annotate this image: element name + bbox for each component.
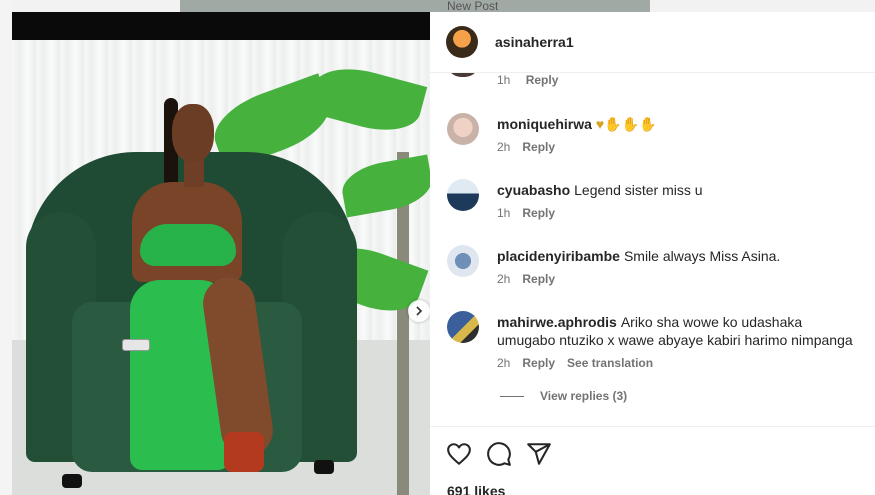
comment-text: placidenyiribambe Smile always Miss Asina… (497, 247, 857, 265)
person-head (172, 104, 214, 162)
background-peek-text: New Post (447, 0, 499, 12)
see-translation-button[interactable]: See translation (567, 356, 653, 370)
comment-body: Smile always Miss Asina. (623, 248, 781, 264)
armchair-leg (62, 474, 82, 488)
comment-item: placidenyiribambe Smile always Miss Asina… (430, 245, 875, 305)
comment-meta: 2h Reply (497, 272, 555, 286)
comment-meta: 2h Reply (497, 140, 555, 154)
heart-icon[interactable] (446, 441, 472, 467)
comment-meta: 2h Reply See translation (497, 356, 653, 370)
background-left-edge (0, 0, 12, 495)
comments-list: 1h Reply moniquehirwa ♥✋✋✋ 2h Reply cyuab… (430, 73, 875, 426)
next-photo-button[interactable] (408, 300, 430, 322)
comment-item: moniquehirwa ♥✋✋✋ 2h Reply (430, 113, 875, 173)
comment-text: mahirwe.aphrodis Ariko sha wowe ko udasha… (497, 313, 857, 349)
avatar[interactable] (447, 113, 479, 145)
post-header: asinaherra1 (430, 12, 875, 73)
comment-username[interactable]: placidenyiribambe (497, 248, 620, 264)
comment-username[interactable]: mahirwe.aphrodis (497, 314, 617, 330)
view-replies-label: View replies (3) (540, 389, 628, 403)
comment-username[interactable]: cyuabasho (497, 182, 570, 198)
post-photo (12, 12, 430, 495)
comment-time: 2h (497, 356, 511, 370)
avatar[interactable] (447, 73, 479, 77)
comment-time: 1h (497, 73, 511, 87)
green-top (140, 224, 236, 266)
comment-body: Legend sister miss u (574, 182, 703, 198)
photo-top-bar (12, 12, 430, 40)
view-replies-divider (500, 395, 524, 397)
comment-item: mahirwe.aphrodis Ariko sha wowe ko udasha… (430, 311, 875, 391)
reply-button[interactable]: Reply (522, 140, 555, 154)
chevron-right-icon (416, 306, 423, 316)
reply-button[interactable]: Reply (526, 73, 559, 87)
comment-meta: 1h Reply (497, 206, 555, 220)
comments-panel: asinaherra1 1h Reply moniquehirwa ♥✋✋✋ 2h… (430, 12, 875, 495)
comment-time: 2h (497, 140, 511, 154)
comment-meta: 1h Reply (497, 73, 558, 87)
avatar[interactable] (447, 179, 479, 211)
share-icon[interactable] (526, 441, 552, 467)
author-username[interactable]: asinaherra1 (495, 34, 574, 50)
avatar[interactable] (447, 311, 479, 343)
comment-time: 1h (497, 206, 511, 220)
view-replies-button[interactable]: View replies (3) (500, 389, 627, 403)
comment-text: moniquehirwa ♥✋✋✋ (497, 115, 857, 133)
comment-username[interactable]: moniquehirwa (497, 116, 592, 132)
reply-button[interactable]: Reply (522, 206, 555, 220)
phone-on-chair (122, 339, 150, 351)
comment-icon[interactable] (486, 441, 512, 467)
reply-button[interactable]: Reply (522, 272, 555, 286)
background-post-preview (180, 0, 650, 12)
likes-count[interactable]: 691 likes (447, 483, 505, 495)
comment-item: cyuabasho Legend sister miss u 1h Reply (430, 179, 875, 239)
author-avatar[interactable] (446, 26, 478, 58)
reply-button[interactable]: Reply (522, 356, 555, 370)
red-heels (224, 432, 264, 472)
avatar[interactable] (447, 245, 479, 277)
comment-text: cyuabasho Legend sister miss u (497, 181, 857, 199)
armchair-leg (314, 460, 334, 474)
comment-time: 2h (497, 272, 511, 286)
post-actions: 691 likes (430, 426, 875, 495)
comment-body: ♥✋✋✋ (595, 116, 657, 132)
